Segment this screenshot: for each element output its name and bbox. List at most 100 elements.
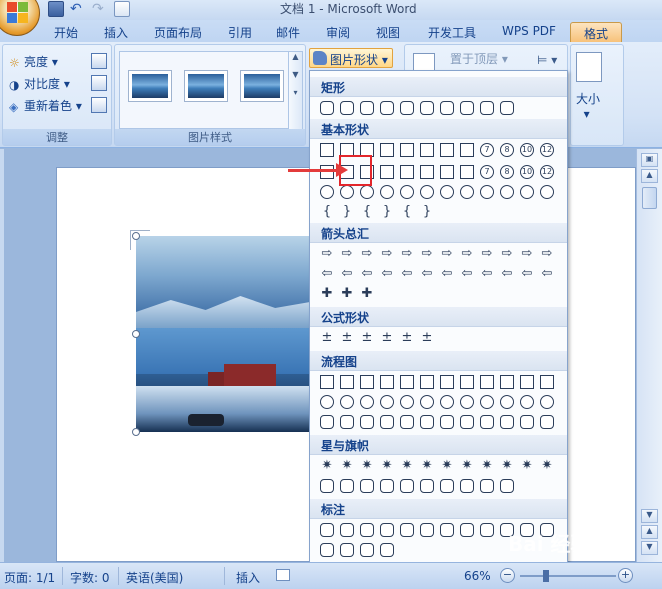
picture-shape-button[interactable]: 图片形状 ▾ xyxy=(309,48,393,68)
shape-option[interactable]: ✷ xyxy=(340,459,354,473)
tab-wps-pdf[interactable]: WPS PDF xyxy=(494,22,564,42)
shape-option[interactable] xyxy=(480,185,494,199)
shape-option[interactable] xyxy=(400,415,414,429)
shape-option[interactable]: ⇨ xyxy=(480,247,494,261)
shape-option[interactable] xyxy=(320,523,334,537)
recolor-button[interactable]: ◈ 重新着色 ▾ xyxy=(9,97,82,114)
shape-option[interactable] xyxy=(400,165,414,179)
shape-option[interactable] xyxy=(380,415,394,429)
shape-option[interactable] xyxy=(340,395,354,409)
shape-option[interactable] xyxy=(400,523,414,537)
shape-option[interactable]: ⇦ xyxy=(340,267,354,281)
next-page-button[interactable]: ▼ xyxy=(641,541,658,555)
zoom-in-button[interactable]: + xyxy=(618,568,633,583)
shape-option[interactable] xyxy=(320,143,334,157)
shape-option[interactable] xyxy=(420,375,434,389)
shape-option[interactable]: 10 xyxy=(520,165,534,179)
shape-option[interactable]: { xyxy=(360,205,374,219)
shape-option[interactable]: ✷ xyxy=(420,459,434,473)
shape-option[interactable] xyxy=(480,101,494,115)
shape-option[interactable]: ⇦ xyxy=(380,267,394,281)
shape-option[interactable] xyxy=(440,375,454,389)
change-picture-icon[interactable] xyxy=(91,75,107,91)
shape-option[interactable]: ⇦ xyxy=(460,267,474,281)
shape-option[interactable] xyxy=(460,165,474,179)
tab-insert[interactable]: 插入 xyxy=(98,22,134,42)
shape-option[interactable] xyxy=(320,395,334,409)
shape-option[interactable] xyxy=(440,185,454,199)
shape-option[interactable]: ⇨ xyxy=(400,247,414,261)
shape-option[interactable] xyxy=(320,185,334,199)
shape-option[interactable] xyxy=(540,415,554,429)
shape-option[interactable] xyxy=(380,479,394,493)
shape-option[interactable] xyxy=(500,479,514,493)
ruler-toggle-icon[interactable]: ▣ xyxy=(641,153,658,167)
shape-option[interactable] xyxy=(340,101,354,115)
tab-home[interactable]: 开始 xyxy=(46,22,86,42)
shape-option[interactable]: ⇨ xyxy=(440,247,454,261)
shape-option[interactable]: ✷ xyxy=(540,459,554,473)
shape-option[interactable] xyxy=(360,395,374,409)
zoom-out-button[interactable]: − xyxy=(500,568,515,583)
shape-option[interactable]: 7 xyxy=(480,165,494,179)
shape-option[interactable] xyxy=(420,143,434,157)
shape-option[interactable] xyxy=(440,143,454,157)
shape-option[interactable] xyxy=(320,375,334,389)
align-icon[interactable]: ⊨ ▾ xyxy=(537,53,557,67)
shape-option[interactable] xyxy=(400,375,414,389)
contrast-button[interactable]: ◑ 对比度 ▾ xyxy=(9,75,70,92)
shape-option[interactable]: ✷ xyxy=(440,459,454,473)
tab-developer[interactable]: 开发工具 xyxy=(420,22,484,42)
tab-page-layout[interactable]: 页面布局 xyxy=(146,22,210,42)
shape-option[interactable]: 10 xyxy=(520,143,534,157)
shape-option[interactable] xyxy=(460,523,474,537)
shape-option[interactable]: ✷ xyxy=(480,459,494,473)
shape-option[interactable] xyxy=(460,143,474,157)
shape-option[interactable]: } xyxy=(380,205,394,219)
shape-option[interactable] xyxy=(540,375,554,389)
shape-option[interactable]: ✷ xyxy=(360,459,374,473)
shape-option[interactable]: ± xyxy=(340,331,354,345)
shape-option[interactable]: ⇨ xyxy=(520,247,534,261)
brightness-button[interactable]: ☼ 亮度 ▾ xyxy=(9,53,58,70)
bring-to-front-button[interactable]: 置于顶层 ▾ xyxy=(450,50,508,67)
zoom-slider-thumb[interactable] xyxy=(543,570,549,582)
shape-option[interactable]: { xyxy=(400,205,414,219)
picture-style-thumb[interactable] xyxy=(128,70,172,102)
word-count[interactable]: 字数: 0 xyxy=(70,569,110,586)
shape-option[interactable] xyxy=(360,375,374,389)
shape-option[interactable]: ± xyxy=(380,331,394,345)
tab-view[interactable]: 视图 xyxy=(370,22,406,42)
shape-option[interactable]: ⇨ xyxy=(320,247,334,261)
shape-option[interactable] xyxy=(460,185,474,199)
shape-option[interactable] xyxy=(420,415,434,429)
picture-style-thumb[interactable] xyxy=(184,70,228,102)
shape-option[interactable] xyxy=(460,415,474,429)
shape-option[interactable]: ⇨ xyxy=(460,247,474,261)
shape-option[interactable] xyxy=(440,523,454,537)
tab-format[interactable]: 格式 xyxy=(570,22,622,42)
undo-icon[interactable]: ↶ xyxy=(70,1,86,17)
shape-option[interactable]: ⇦ xyxy=(360,267,374,281)
shape-option[interactable]: ⇦ xyxy=(440,267,454,281)
zoom-slider[interactable] xyxy=(520,575,616,577)
shape-option[interactable] xyxy=(420,479,434,493)
shape-option[interactable]: ⇦ xyxy=(420,267,434,281)
previous-page-button[interactable]: ▲ xyxy=(641,525,658,539)
shape-option[interactable] xyxy=(340,415,354,429)
shape-option[interactable]: ✷ xyxy=(400,459,414,473)
reset-picture-icon[interactable] xyxy=(91,97,107,113)
scroll-up-button[interactable]: ▲ xyxy=(641,169,658,183)
shape-option[interactable]: ⇨ xyxy=(380,247,394,261)
shape-option[interactable] xyxy=(500,185,514,199)
shape-option[interactable] xyxy=(400,479,414,493)
shape-option[interactable]: ⇨ xyxy=(540,247,554,261)
shape-option[interactable] xyxy=(440,415,454,429)
resize-handle[interactable] xyxy=(132,232,140,240)
shape-option[interactable] xyxy=(420,395,434,409)
shape-option[interactable]: } xyxy=(420,205,434,219)
size-icon[interactable] xyxy=(576,52,602,82)
shape-option[interactable]: ⇨ xyxy=(360,247,374,261)
shape-option[interactable] xyxy=(380,523,394,537)
shape-option[interactable] xyxy=(480,375,494,389)
